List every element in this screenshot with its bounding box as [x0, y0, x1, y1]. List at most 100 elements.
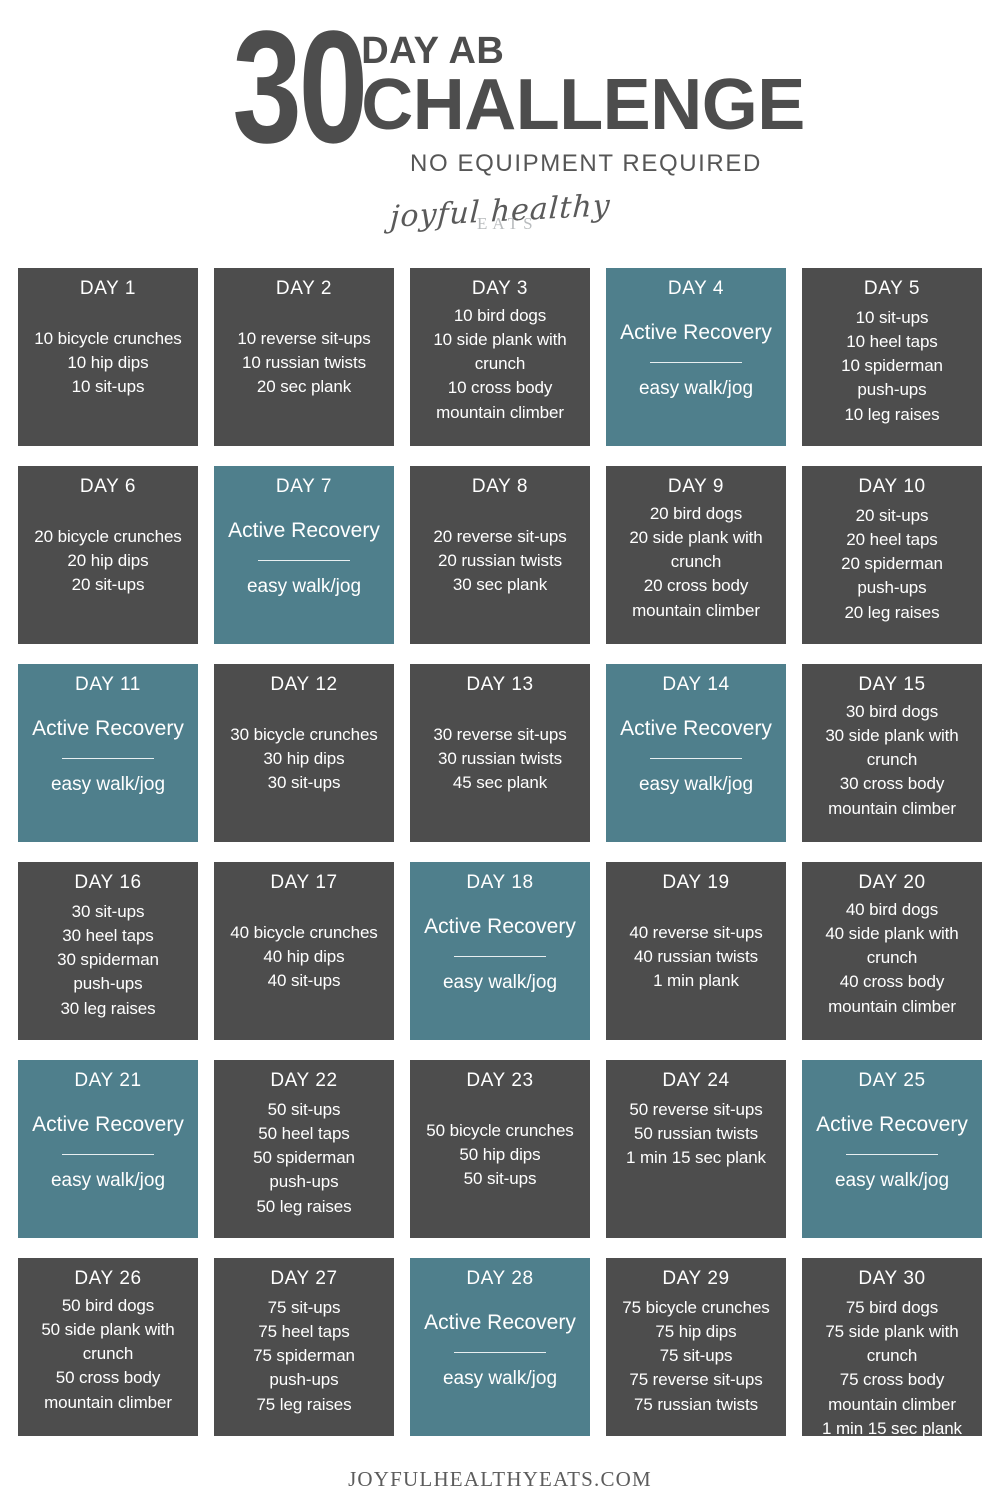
exercise-line: 10 sit-ups	[71, 377, 145, 397]
day-card[interactable]: DAY 18 Active Recovery easy walk/jog	[410, 862, 590, 1040]
exercise-line: 20 bicycle crunches	[34, 526, 182, 546]
exercise-line: 50 bicycle crunches	[426, 1120, 574, 1140]
exercise-line: 10 bird dogs	[453, 306, 547, 325]
day-card[interactable]: DAY 8 20 reverse sit-ups 20 russian twists…	[410, 466, 590, 644]
day-card[interactable]: DAY 27 75 sit-ups 75 heel taps 75 spiderman…	[214, 1258, 394, 1436]
recovery-divider	[62, 758, 154, 760]
day-card-body: Active Recovery easy walk/jog	[216, 502, 392, 638]
recovery-title: Active Recovery	[32, 717, 184, 740]
exercise-line: 50 hip dips	[459, 1144, 541, 1164]
day-card[interactable]: DAY 1 10 bicycle crunches 10 hip dips 10 si…	[18, 268, 198, 446]
exercise-line: 30 bird dogs	[845, 702, 939, 721]
day-card[interactable]: DAY 15 30 bird dogs 30 side plank with crun…	[802, 664, 982, 842]
exercise-line: 20 spiderman	[841, 554, 943, 574]
day-card-title: DAY 11	[75, 674, 141, 695]
day-card[interactable]: DAY 14 Active Recovery easy walk/jog	[606, 664, 786, 842]
day-card[interactable]: DAY 23 50 bicycle crunches 50 hip dips 50 s…	[410, 1060, 590, 1238]
exercise-line: 40 side plank with	[825, 924, 959, 944]
day-card[interactable]: DAY 6 20 bicycle crunches 20 hip dips 20 si…	[18, 466, 198, 644]
day-card-body: 75 bicycle crunches 75 hip dips 75 sit-ups…	[608, 1294, 784, 1430]
exercise-line: crunch	[866, 1346, 918, 1366]
recovery-activity: easy walk/jog	[50, 1170, 166, 1192]
day-card-title: DAY 21	[74, 1070, 142, 1091]
day-card[interactable]: DAY 10 20 sit-ups 20 heel taps 20 spiderman…	[802, 466, 982, 644]
challenge-duration-number: 30	[232, 0, 369, 176]
recovery-activity: easy walk/jog	[442, 1368, 558, 1390]
day-card[interactable]: DAY 30 75 bird dogs 75 side plank with crun…	[802, 1258, 982, 1436]
exercise-line: 75 cross body	[839, 1370, 945, 1390]
exercise-line: 20 russian twists	[438, 550, 562, 570]
day-card[interactable]: DAY 22 50 sit-ups 50 heel taps 50 spiderman…	[214, 1060, 394, 1238]
day-card[interactable]: DAY 13 30 reverse sit-ups 30 russian twist…	[410, 664, 590, 842]
day-card-title: DAY 24	[662, 1070, 730, 1091]
exercise-line: crunch	[866, 750, 918, 770]
exercise-line: 75 russian twists	[634, 1394, 758, 1414]
exercise-line: 45 sec plank	[452, 773, 548, 793]
recovery-activity: easy walk/jog	[50, 774, 166, 796]
day-card-body: 40 bicycle crunches 40 hip dips 40 sit-ups	[216, 898, 392, 1034]
exercise-line: 20 bird dogs	[649, 504, 743, 523]
exercise-line: 10 bicycle crunches	[34, 328, 182, 348]
day-card[interactable]: DAY 19 40 reverse sit-ups 40 russian twist…	[606, 862, 786, 1040]
recovery-activity: easy walk/jog	[638, 378, 754, 400]
day-card-body: Active Recovery easy walk/jog	[412, 898, 588, 1034]
brand-logo-script-text: joyful healthy	[388, 188, 612, 235]
exercise-line: 10 spiderman	[841, 356, 943, 376]
day-card[interactable]: DAY 5 10 sit-ups 10 heel taps 10 spiderman p…	[802, 268, 982, 446]
exercise-line: mountain climber	[828, 996, 956, 1016]
day-card[interactable]: DAY 2 10 reverse sit-ups 10 russian twists…	[214, 268, 394, 446]
recovery-title: Active Recovery	[424, 915, 576, 938]
exercise-line: 40 bicycle crunches	[230, 922, 378, 942]
exercise-line: 75 sit-ups	[659, 1346, 733, 1366]
day-card-body: 30 sit-ups 30 heel taps 30 spiderman push-u…	[20, 898, 196, 1034]
exercise-line: mountain climber	[828, 798, 956, 818]
exercise-line: 30 spiderman	[57, 950, 159, 970]
day-card[interactable]: DAY 26 50 bird dogs 50 side plank with crun…	[18, 1258, 198, 1436]
exercise-line: 10 reverse sit-ups	[237, 328, 371, 348]
day-card[interactable]: DAY 20 40 bird dogs 40 side plank with crun…	[802, 862, 982, 1040]
exercise-line: 20 sit-ups	[855, 506, 929, 525]
day-card-title: DAY 29	[662, 1268, 730, 1289]
exercise-line: 10 hip dips	[67, 352, 149, 372]
day-card[interactable]: DAY 29 75 bicycle crunches 75 hip dips 75 s…	[606, 1258, 786, 1436]
recovery-divider	[454, 1352, 546, 1354]
exercise-line: 75 side plank with	[825, 1322, 959, 1342]
day-card[interactable]: DAY 17 40 bicycle crunches 40 hip dips 40 s…	[214, 862, 394, 1040]
exercise-line: 50 bird dogs	[61, 1296, 155, 1315]
day-card[interactable]: DAY 25 Active Recovery easy walk/jog	[802, 1060, 982, 1238]
day-card[interactable]: DAY 16 30 sit-ups 30 heel taps 30 spiderman…	[18, 862, 198, 1040]
day-card[interactable]: DAY 11 Active Recovery easy walk/jog	[18, 664, 198, 842]
exercise-line: 30 reverse sit-ups	[433, 724, 567, 744]
exercise-line: 50 cross body	[55, 1368, 161, 1388]
recovery-divider	[62, 1154, 154, 1156]
day-card-body: 50 sit-ups 50 heel taps 50 spiderman push-u…	[216, 1096, 392, 1232]
day-card[interactable]: DAY 24 50 reverse sit-ups 50 russian twist…	[606, 1060, 786, 1238]
recovery-title: Active Recovery	[32, 1113, 184, 1136]
day-card-title: DAY 8	[471, 476, 529, 497]
day-card[interactable]: DAY 28 Active Recovery easy walk/jog	[410, 1258, 590, 1436]
day-card[interactable]: DAY 12 30 bicycle crunches 30 hip dips 30 s…	[214, 664, 394, 842]
exercise-line: 20 hip dips	[67, 550, 149, 570]
day-card[interactable]: DAY 21 Active Recovery easy walk/jog	[18, 1060, 198, 1238]
day-card[interactable]: DAY 7 Active Recovery easy walk/jog	[214, 466, 394, 644]
day-card-title: DAY 17	[270, 872, 338, 893]
day-card-title: DAY 28	[466, 1268, 534, 1289]
exercise-line: 30 bicycle crunches	[230, 724, 378, 744]
exercise-line: 50 russian twists	[634, 1124, 758, 1144]
recovery-activity: easy walk/jog	[834, 1170, 950, 1192]
day-card-body: 40 reverse sit-ups 40 russian twists 1 min…	[608, 898, 784, 1034]
exercise-line: 1 min plank	[653, 971, 739, 991]
exercise-line: mountain climber	[436, 402, 564, 422]
exercise-line: 20 heel taps	[846, 530, 938, 550]
exercise-line: 30 leg raises	[60, 998, 156, 1018]
exercise-line: 30 hip dips	[263, 748, 345, 768]
exercise-line: 40 hip dips	[263, 946, 345, 966]
exercise-line: 10 heel taps	[846, 332, 938, 352]
day-card[interactable]: DAY 9 20 bird dogs 20 side plank with crunc…	[606, 466, 786, 644]
day-card[interactable]: DAY 3 10 bird dogs 10 side plank with crunc…	[410, 268, 590, 446]
day-card[interactable]: DAY 4 Active Recovery easy walk/jog	[606, 268, 786, 446]
exercise-line: 40 reverse sit-ups	[629, 922, 763, 942]
exercise-line: 75 leg raises	[256, 1394, 352, 1414]
recovery-title: Active Recovery	[228, 519, 380, 542]
day-card-title: DAY 12	[270, 674, 338, 695]
